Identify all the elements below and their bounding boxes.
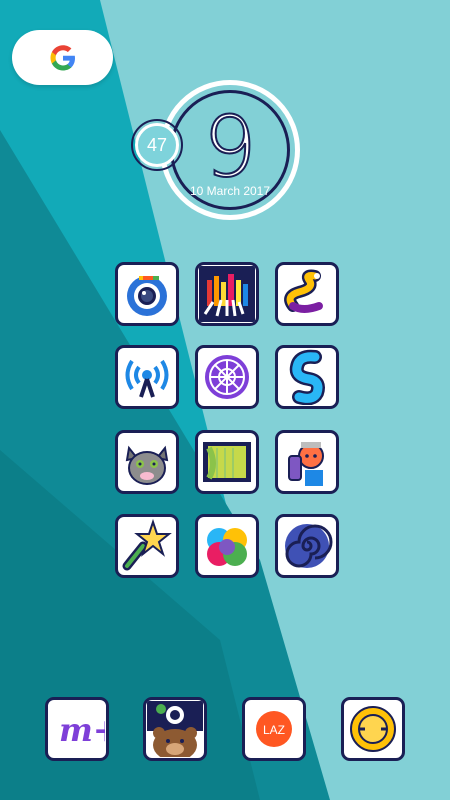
laz-icon: LAZ bbox=[256, 711, 292, 747]
app-brushes[interactable] bbox=[195, 262, 259, 326]
app-spray-cat[interactable] bbox=[275, 430, 339, 494]
bear-camera-icon bbox=[147, 701, 203, 757]
wifi-tower-icon bbox=[125, 359, 169, 398]
battery-level: 47 bbox=[135, 123, 179, 167]
dock-app-laz[interactable]: LAZ bbox=[242, 697, 306, 761]
m-plus-icon: m+ bbox=[59, 711, 105, 749]
mesh-ball-icon bbox=[205, 355, 249, 399]
smile-circle-icon bbox=[350, 706, 396, 752]
m-plus-label: m+ bbox=[59, 711, 105, 749]
app-mesh-ball[interactable] bbox=[195, 345, 259, 409]
app-color-balloons[interactable] bbox=[195, 514, 259, 578]
app-wifi-tower[interactable] bbox=[115, 345, 179, 409]
spiral-icon bbox=[285, 524, 333, 568]
brushes-icon bbox=[199, 266, 255, 322]
app-book[interactable] bbox=[195, 430, 259, 494]
book-icon bbox=[203, 442, 251, 482]
app-talking-cat[interactable] bbox=[115, 430, 179, 494]
color-balloons-icon bbox=[207, 528, 247, 566]
laz-label: LAZ bbox=[263, 723, 285, 737]
app-spiral[interactable] bbox=[275, 514, 339, 578]
app-s-shape[interactable] bbox=[275, 345, 339, 409]
clock-hour: 9 bbox=[202, 98, 257, 196]
dock-app-m-plus[interactable]: m+ bbox=[45, 697, 109, 761]
google-logo-icon bbox=[50, 44, 75, 70]
clock-date: 10 March 2017 bbox=[189, 184, 271, 198]
spray-cat-icon bbox=[288, 442, 324, 486]
dock-app-bear-camera[interactable] bbox=[143, 697, 207, 761]
s-shape-icon bbox=[289, 349, 325, 405]
app-star-wand[interactable] bbox=[115, 514, 179, 578]
talking-cat-icon bbox=[125, 445, 169, 485]
star-wand-icon bbox=[122, 518, 172, 571]
snake-icon bbox=[284, 269, 323, 313]
app-snake[interactable] bbox=[275, 262, 339, 326]
camera-eye-icon bbox=[127, 276, 167, 316]
app-camera-eye[interactable] bbox=[115, 262, 179, 326]
dock-app-smile-circle[interactable] bbox=[341, 697, 405, 761]
google-search-widget[interactable] bbox=[12, 30, 113, 85]
